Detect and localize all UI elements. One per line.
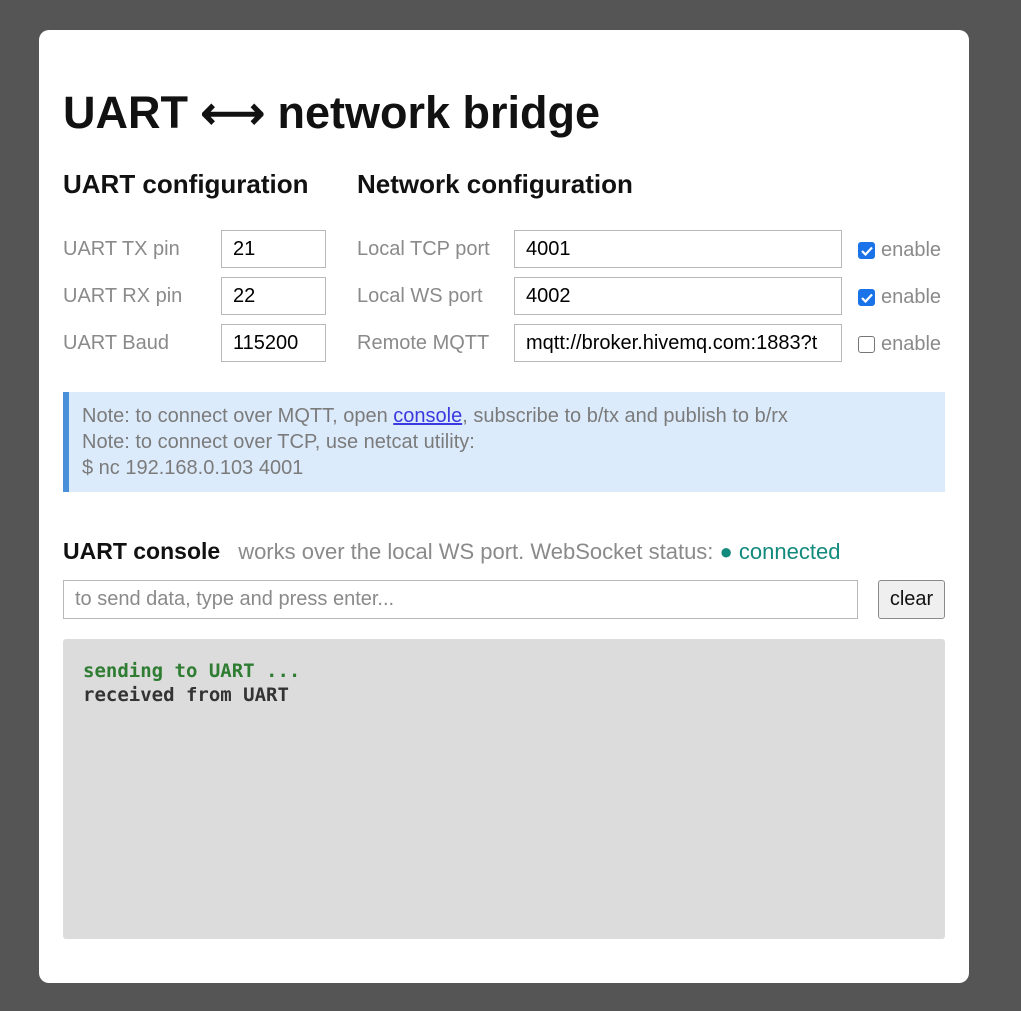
note-line-mqtt: Note: to connect over MQTT, open console… — [82, 403, 945, 429]
note-line-netcat: $ nc 192.168.0.103 4001 — [82, 457, 304, 479]
note-line-tcp: Note: to connect over TCP, use netcat ut… — [82, 431, 475, 453]
uart-baud-input[interactable] — [221, 324, 326, 362]
uart-config-heading: UART configuration — [63, 169, 309, 199]
ws-enable-toggle[interactable]: enable — [858, 286, 941, 309]
console-line-rx: received from UART — [83, 684, 289, 706]
console-link[interactable]: console — [393, 405, 462, 427]
mqtt-enable-checkbox[interactable] — [858, 336, 875, 353]
note-mqtt-prefix: Note: to connect over MQTT, open — [82, 405, 394, 427]
ws-enable-checkbox[interactable] — [858, 289, 875, 306]
console-line-tx: sending to UART ... — [83, 660, 301, 682]
websocket-status: ● connected — [719, 539, 841, 564]
check-icon — [860, 293, 873, 303]
network-config-heading: Network configuration — [357, 169, 633, 199]
console-subtitle: works over the local WS port. WebSocket … — [238, 539, 720, 564]
page-title: UART ⟷ network bridge — [63, 87, 601, 138]
ws-port-input[interactable] — [514, 277, 842, 315]
clear-button[interactable]: clear — [878, 580, 945, 619]
connection-note: Note: to connect over MQTT, open console… — [63, 392, 945, 492]
uart-rx-label: UART RX pin — [63, 285, 183, 307]
tcp-enable-toggle[interactable]: enable — [858, 239, 941, 262]
mqtt-enable-label: enable — [881, 333, 942, 355]
tcp-port-label: Local TCP port — [357, 238, 490, 260]
check-icon — [860, 246, 873, 256]
uart-rx-input[interactable] — [221, 277, 326, 315]
uart-tx-input[interactable] — [221, 230, 326, 268]
mqtt-enable-toggle[interactable]: enable — [858, 333, 941, 356]
console-heading: UART console — [63, 538, 221, 564]
ws-port-label: Local WS port — [357, 285, 483, 307]
console-header: UART console works over the local WS port… — [63, 538, 840, 565]
uart-baud-label: UART Baud — [63, 332, 169, 354]
tcp-enable-checkbox[interactable] — [858, 242, 875, 259]
mqtt-url-input[interactable] — [514, 324, 842, 362]
ws-enable-label: enable — [881, 286, 942, 308]
mqtt-label: Remote MQTT — [357, 332, 490, 354]
note-mqtt-suffix: , subscribe to b/tx and publish to b/rx — [462, 405, 788, 427]
tcp-enable-label: enable — [881, 239, 942, 261]
uart-tx-label: UART TX pin — [63, 238, 180, 260]
console-output: sending to UART ... received from UART — [63, 639, 945, 939]
tcp-port-input[interactable] — [514, 230, 842, 268]
send-data-input[interactable] — [63, 580, 858, 619]
bridge-card: UART ⟷ network bridge UART configuration… — [39, 30, 969, 983]
